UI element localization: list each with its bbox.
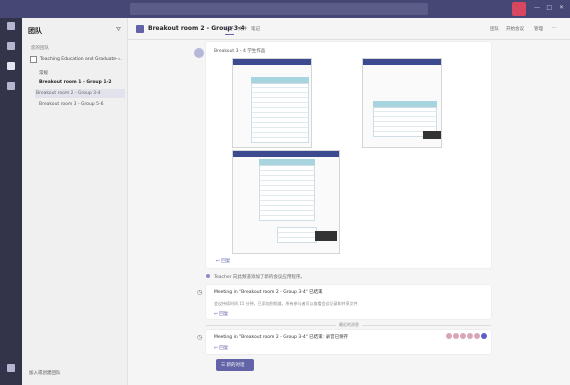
maximize-icon[interactable]: □ bbox=[546, 4, 552, 11]
team-name: Teaching Education and Graduate ... bbox=[40, 57, 122, 62]
screenshot-image[interactable] bbox=[232, 58, 312, 148]
image-post: Breakout 3 - 4 学生作品 ↩ 回复 bbox=[194, 42, 491, 268]
more-options-icon[interactable]: ··· bbox=[116, 57, 120, 62]
participant-avatars[interactable] bbox=[445, 333, 487, 341]
title-bar: — □ ✕ bbox=[0, 0, 570, 18]
channel-icon bbox=[136, 25, 144, 33]
system-message: Teacher 向此频道添加了新的会议应用程序。 bbox=[206, 274, 305, 280]
channel-header: Breakout room 2 - Group 3-4 帖子 文件 笔记 团队 … bbox=[128, 18, 570, 40]
reply-link[interactable]: ↩ 回复 bbox=[216, 258, 230, 264]
channel-breakout-2[interactable]: Breakout room 2 - Group 3-4 bbox=[35, 89, 125, 98]
section-label: 您的团队 bbox=[31, 46, 49, 51]
join-create-team[interactable]: 加入或创建团队 bbox=[29, 370, 61, 376]
team-icon bbox=[30, 56, 37, 63]
sidebar-header: 团队 bbox=[28, 27, 42, 35]
search-box[interactable] bbox=[130, 3, 428, 15]
close-icon[interactable]: ✕ bbox=[559, 4, 564, 11]
help-icon[interactable] bbox=[6, 364, 16, 380]
teams-icon[interactable] bbox=[6, 62, 16, 78]
app-rail bbox=[0, 18, 22, 385]
meeting-card: ◷ Meeting in "Breakout room 2 - Group 3-… bbox=[197, 330, 491, 354]
screenshot-image[interactable] bbox=[362, 58, 442, 148]
activity-icon[interactable] bbox=[6, 22, 16, 38]
meeting-icon: ◷ bbox=[197, 334, 203, 341]
post-title: Breakout 3 - 4 学生作品 bbox=[214, 49, 266, 54]
screenshot-image[interactable] bbox=[232, 150, 340, 254]
meeting-title: Meeting in "Breakout room 2 - Group 3-4"… bbox=[214, 290, 323, 295]
tab-posts[interactable]: 帖子 bbox=[225, 26, 234, 35]
channel-general[interactable]: 常规 bbox=[38, 68, 128, 77]
meet-button[interactable]: 开始会议 bbox=[506, 26, 524, 32]
meeting-details: 会议持续时间 15 分钟，已添加到频道，所有参与者可以查看会议记录和共享文件 bbox=[214, 301, 358, 306]
author-avatar bbox=[194, 48, 204, 58]
meeting-card: ◷ Meeting in "Breakout room 2 - Group 3-… bbox=[197, 285, 491, 319]
meeting-icon: ◷ bbox=[197, 289, 203, 296]
system-icon bbox=[206, 274, 210, 278]
reply-link[interactable]: ↩ 回复 bbox=[214, 345, 228, 351]
minimize-icon[interactable]: — bbox=[534, 4, 540, 11]
new-messages-divider: 最近的消息 bbox=[206, 322, 491, 328]
team-item[interactable]: Teaching Education and Graduate ... ··· bbox=[28, 55, 124, 65]
reply-link[interactable]: ↩ 回复 bbox=[214, 311, 228, 317]
tab-notes[interactable]: 笔记 bbox=[251, 26, 260, 32]
channel-breakout-3[interactable]: Breakout room 3 - Group 5-6 bbox=[38, 100, 128, 109]
channel-breakout-1[interactable]: Breakout room 1 - Group 1-2 bbox=[38, 78, 128, 87]
chat-icon[interactable] bbox=[6, 42, 16, 58]
more-icon[interactable]: ··· bbox=[552, 26, 556, 31]
calls-icon[interactable] bbox=[6, 82, 16, 98]
meeting-title: Meeting in "Breakout room 2 - Group 3-4"… bbox=[214, 335, 349, 340]
filter-icon[interactable]: ⛛ bbox=[116, 26, 121, 34]
user-avatar[interactable] bbox=[512, 2, 526, 16]
channel-main: Breakout room 2 - Group 3-4 帖子 文件 笔记 团队 … bbox=[128, 18, 570, 385]
new-conversation-button[interactable]: ☰ 新的对话 bbox=[216, 359, 254, 371]
manage-button[interactable]: 管理 bbox=[534, 26, 543, 32]
tab-files[interactable]: 文件 bbox=[238, 26, 247, 32]
team-button[interactable]: 团队 bbox=[490, 26, 499, 32]
teams-sidebar: 团队 ⛛ 您的团队 Teaching Education and Graduat… bbox=[22, 18, 128, 385]
